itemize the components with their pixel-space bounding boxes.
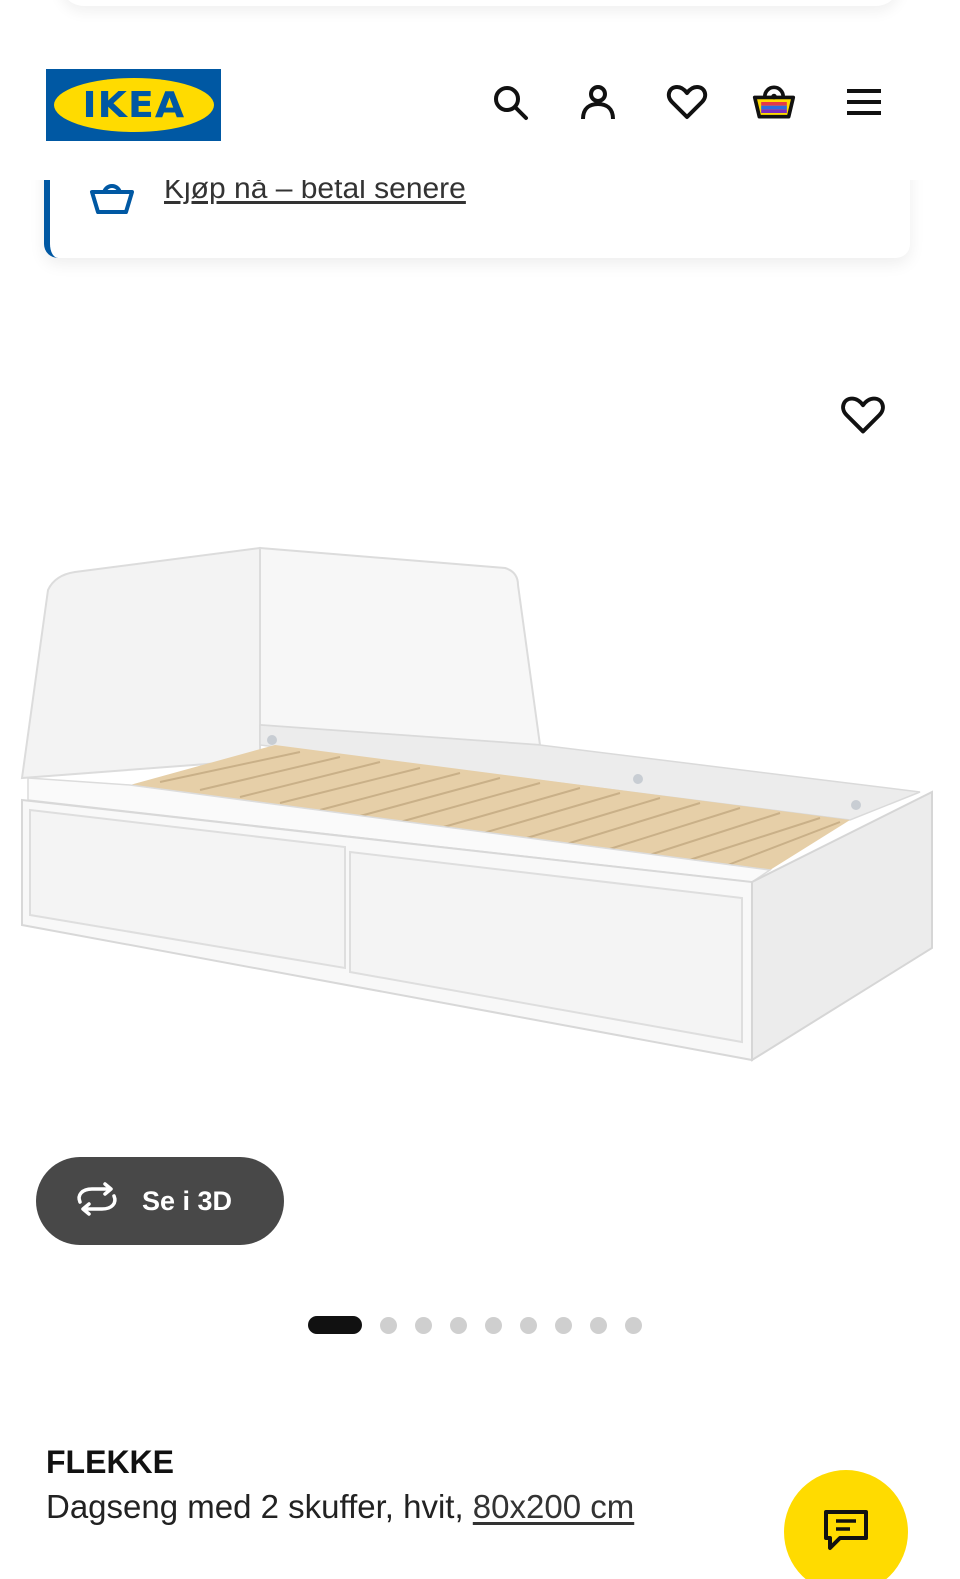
carousel-dot[interactable] bbox=[415, 1316, 432, 1334]
product-name: FLEKKE bbox=[46, 1444, 174, 1480]
rotate-3d-icon bbox=[74, 1181, 120, 1221]
cart-icon[interactable] bbox=[752, 80, 796, 124]
carousel-dot[interactable] bbox=[520, 1316, 537, 1334]
ikea-logo[interactable]: IKEA bbox=[46, 69, 221, 141]
chat-button[interactable] bbox=[784, 1470, 908, 1579]
product-description: Dagseng med 2 skuffer, hvit, 80x200 cm bbox=[46, 1488, 634, 1526]
carousel-indicator[interactable] bbox=[308, 1315, 660, 1335]
product-description-text: Dagseng med 2 skuffer, hvit, bbox=[46, 1488, 464, 1525]
see-in-3d-label: Se i 3D bbox=[142, 1185, 233, 1216]
carousel-dot[interactable] bbox=[450, 1316, 467, 1334]
site-header: IKEA bbox=[0, 40, 960, 180]
chat-icon bbox=[822, 1508, 870, 1557]
favourites-icon[interactable] bbox=[665, 80, 709, 124]
product-image[interactable] bbox=[0, 300, 960, 1300]
carousel-dot[interactable] bbox=[590, 1316, 607, 1334]
menu-icon[interactable] bbox=[842, 80, 886, 124]
top-card-edge bbox=[60, 0, 900, 6]
see-in-3d-button[interactable]: Se i 3D bbox=[36, 1157, 284, 1245]
basket-icon bbox=[88, 180, 136, 221]
logo-oval: IKEA bbox=[53, 78, 214, 132]
carousel-dot[interactable] bbox=[625, 1316, 642, 1334]
carousel-dot[interactable] bbox=[555, 1316, 572, 1334]
account-icon[interactable] bbox=[576, 80, 620, 124]
carousel-dot-active[interactable] bbox=[308, 1316, 362, 1334]
product-favourite-icon[interactable] bbox=[840, 393, 890, 439]
logo-text: IKEA bbox=[82, 84, 185, 126]
search-icon[interactable] bbox=[488, 80, 532, 124]
carousel-dot[interactable] bbox=[380, 1316, 397, 1334]
carousel-dot[interactable] bbox=[485, 1316, 502, 1334]
product-size-link[interactable]: 80x200 cm bbox=[473, 1488, 634, 1525]
